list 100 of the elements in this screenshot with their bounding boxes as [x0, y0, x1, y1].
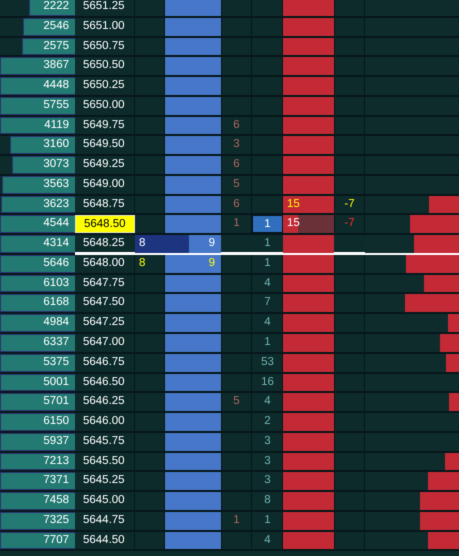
price-cell-text: 5649.75	[82, 118, 126, 133]
price-cell-text: 5647.25	[82, 315, 126, 330]
ask-cell	[283, 354, 334, 372]
price-cell-text: 5648.25	[82, 236, 126, 252]
bid-cell	[165, 334, 221, 352]
bid-cell	[165, 413, 221, 431]
volume-count: 7	[263, 295, 272, 310]
price-cell-text: 5650.00	[82, 98, 126, 113]
ask-cell	[283, 38, 334, 56]
bid-cell	[165, 215, 221, 234]
price-cell-text: 5650.50	[82, 58, 126, 74]
volume-bar: 5001	[0, 374, 75, 392]
price-cell-text: 5648.75	[82, 196, 126, 212]
volume-bar: 6337	[0, 334, 75, 352]
volume-count: 3	[263, 473, 272, 488]
ask-cell	[283, 0, 334, 16]
volume-bar: 3160	[10, 136, 75, 154]
volume-count: 1	[263, 256, 272, 271]
volume-bar: 7325	[0, 512, 75, 530]
volume-bar: 3623	[0, 196, 75, 214]
volume-count: 4	[263, 276, 272, 291]
ask-cell	[283, 235, 334, 253]
volume-bar: 7707	[0, 532, 75, 550]
ask-cell	[283, 57, 334, 76]
volume-bar: 2575	[22, 38, 75, 56]
ask-cell	[283, 374, 334, 392]
volume-count: 1	[263, 335, 272, 350]
bid-cell	[165, 374, 221, 392]
ask-cell	[283, 413, 334, 431]
price-cell-text: 5648.00	[82, 256, 126, 271]
ask-cell	[283, 116, 334, 134]
volume-count: 4	[263, 532, 272, 548]
volume-bar: 3867	[0, 57, 75, 76]
ask-cell	[283, 532, 334, 550]
ask-cell	[283, 77, 334, 95]
price-cell-text: 5645.25	[82, 473, 126, 488]
price-cell: 5648.50	[75, 215, 135, 234]
bid-cell: 9	[165, 254, 221, 273]
volume-bar: 4314	[0, 235, 75, 253]
price-cell-text: 5649.00	[82, 176, 126, 192]
bid-cell	[165, 18, 221, 36]
price-cell-text: 5649.50	[82, 137, 126, 152]
price-cell-text: 5646.00	[82, 414, 126, 430]
price-cell-text: 5646.25	[82, 394, 126, 410]
bid-cell	[165, 393, 221, 412]
ask-cell	[283, 334, 334, 352]
bid-cell	[165, 57, 221, 76]
trade-count: 6	[232, 196, 241, 212]
ask-cell	[283, 96, 334, 115]
volume-bar: 4984	[0, 314, 75, 332]
volume-bar: 5375	[0, 354, 75, 372]
volume-bar: 7213	[0, 452, 75, 470]
ask-cell	[283, 314, 334, 332]
volume-bar: 6168	[0, 294, 75, 312]
volume-bar: 4544	[0, 215, 75, 234]
bid-cell	[165, 136, 221, 154]
volume-count: 4	[263, 394, 272, 410]
ask-cell	[283, 294, 334, 312]
volume-bar: 4119	[0, 116, 75, 134]
ask-cell	[283, 452, 334, 470]
trade-count: 5	[232, 176, 241, 192]
bid-cell	[165, 38, 221, 56]
delta-value: -7	[343, 196, 356, 212]
delta-value: -7	[343, 216, 356, 232]
ask-cell	[283, 512, 334, 530]
ask-cell	[283, 492, 334, 510]
trade-count: 5	[232, 394, 241, 410]
volume-bar: 4448	[0, 77, 75, 95]
volume-bar: 5755	[0, 96, 75, 115]
price-cell-text: 5651.00	[82, 18, 126, 34]
bid-cell	[165, 196, 221, 214]
price-cell-text: 5644.75	[82, 512, 126, 528]
ask-cell	[283, 176, 334, 194]
price-cell-text: 5645.50	[82, 454, 126, 469]
volume-bar: 6150	[0, 413, 75, 431]
order-count: 8	[135, 235, 165, 253]
bid-cell	[165, 176, 221, 194]
volume-bar: 6103	[0, 274, 75, 292]
bid-cell	[165, 492, 221, 510]
price-cell-text: 5650.25	[82, 78, 126, 94]
trade-count: 6	[232, 118, 241, 133]
volume-count: 3	[263, 434, 272, 449]
bid-cell	[165, 274, 221, 292]
volume-count: 1	[252, 215, 283, 234]
price-cell-text: 5647.50	[82, 295, 126, 310]
volume-count: 1	[263, 512, 272, 528]
volume-bar: 7458	[0, 492, 75, 510]
bid-cell	[165, 156, 221, 174]
price-cell-text: 5651.25	[82, 0, 126, 14]
trade-count: 1	[232, 512, 241, 528]
volume-bar: 7371	[0, 472, 75, 490]
volume-bar: 5701	[0, 393, 75, 412]
price-cell-text: 5647.00	[82, 335, 126, 350]
bid-cell	[165, 512, 221, 530]
trade-count: 1	[232, 216, 241, 232]
trade-count: 6	[232, 157, 241, 172]
ask-cell: 15	[283, 215, 334, 234]
volume-count: 4	[263, 315, 272, 330]
volume-bar: 2222	[29, 0, 75, 16]
bid-cell	[165, 354, 221, 372]
